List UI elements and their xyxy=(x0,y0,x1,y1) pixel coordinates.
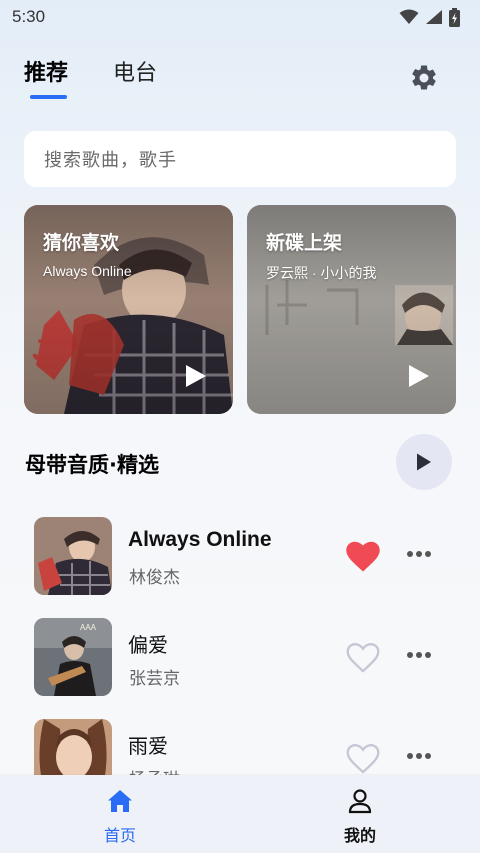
search-placeholder: 搜索歌曲，歌手 xyxy=(44,150,177,171)
header: 推荐 电台 xyxy=(0,52,480,108)
more-icon[interactable] xyxy=(404,547,434,561)
status-icons xyxy=(399,7,460,27)
section-title: 母带音质·精选 xyxy=(25,453,159,477)
nav-label: 首页 xyxy=(103,826,136,845)
settings-button[interactable] xyxy=(406,60,442,96)
song-cover xyxy=(34,517,112,595)
home-icon xyxy=(108,790,132,812)
song-title: 偏爱 xyxy=(128,633,168,657)
more-icon[interactable] xyxy=(404,648,434,662)
play-icon xyxy=(417,453,431,471)
battery-icon xyxy=(449,7,460,27)
song-title: Always Online xyxy=(128,528,272,551)
gear-icon xyxy=(412,65,436,90)
nav-label: 我的 xyxy=(343,826,376,845)
heart-outline-icon[interactable] xyxy=(345,642,381,674)
card-subtitle: 罗云熙 · 小小的我 xyxy=(266,265,377,281)
play-icon[interactable] xyxy=(184,363,208,389)
play-all-button[interactable] xyxy=(396,434,452,490)
song-artist: 张芸京 xyxy=(129,669,180,689)
status-time: 5:30 xyxy=(12,7,46,26)
search-input[interactable]: 搜索歌曲，歌手 xyxy=(24,131,456,187)
status-bar: 5:30 xyxy=(0,0,480,34)
card-title: 新碟上架 xyxy=(266,232,343,254)
active-tab-indicator xyxy=(30,95,67,99)
cellular-signal-icon xyxy=(426,10,442,24)
song-row-always-online[interactable]: Always Online 林俊杰 xyxy=(0,517,480,607)
song-artist: 林俊杰 xyxy=(129,568,180,588)
song-title: 雨爱 xyxy=(128,734,168,758)
play-icon[interactable] xyxy=(407,363,431,389)
svg-text:AAA: AAA xyxy=(80,623,97,632)
user-icon xyxy=(348,789,372,814)
card-guess-you-like[interactable]: JJ 猜你喜欢 Always Online xyxy=(24,205,233,414)
nav-item-home[interactable]: 首页 xyxy=(0,775,240,853)
tab-radio[interactable]: 电台 xyxy=(113,60,157,88)
tab-recommend[interactable]: 推荐 xyxy=(24,60,68,88)
heart-outline-icon[interactable] xyxy=(345,743,381,775)
more-icon[interactable] xyxy=(404,749,434,763)
wifi-icon xyxy=(399,9,419,24)
song-row-pianai[interactable]: AAA 偏爱 张芸京 xyxy=(0,618,480,708)
nav-item-mine[interactable]: 我的 xyxy=(240,775,480,853)
heart-filled-icon[interactable] xyxy=(345,541,381,573)
bottom-nav: 首页 我的 xyxy=(0,775,480,853)
card-title: 猜你喜欢 xyxy=(43,232,120,254)
card-subtitle: Always Online xyxy=(43,263,132,279)
song-cover: AAA xyxy=(34,618,112,696)
card-new-albums[interactable]: 新碟上架 罗云熙 · 小小的我 xyxy=(247,205,456,414)
